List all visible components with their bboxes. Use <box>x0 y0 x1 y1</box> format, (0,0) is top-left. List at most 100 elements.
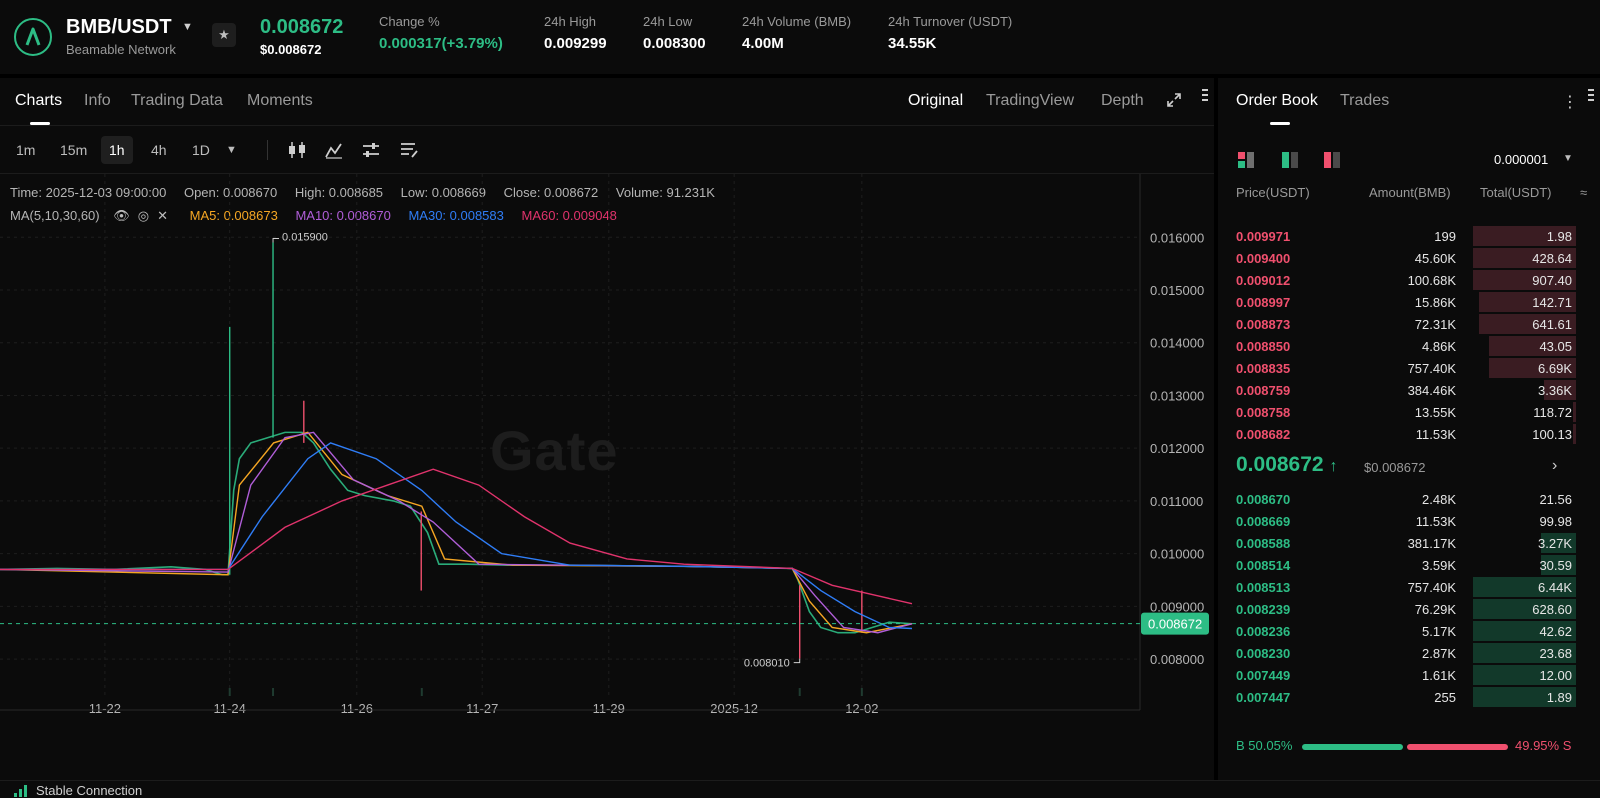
interval-15m[interactable]: 15m <box>52 136 95 164</box>
market-header: BMB/USDT ▼ Beamable Network ★ 0.008672 $… <box>0 0 1600 74</box>
ask-price: 0.008758 <box>1236 405 1291 420</box>
indicators-icon[interactable] <box>323 139 345 161</box>
mid-price: 0.008672 ↑ <box>1236 453 1338 476</box>
x-tick-label: 11-26 <box>341 701 373 716</box>
ask-price: 0.009400 <box>1236 251 1291 266</box>
x-tick-label: 2025-12 <box>710 701 758 716</box>
ask-total: 100.13 <box>1532 427 1572 442</box>
chevron-down-icon[interactable]: ▼ <box>182 21 193 33</box>
chart-grid <box>0 174 1140 696</box>
bid-row[interactable]: 0.008670 2.48K 21.56 <box>1218 488 1600 510</box>
bid-total: 30.59 <box>1539 558 1572 573</box>
price-wicks <box>0 242 913 659</box>
bid-amount: 2.87K <box>1422 646 1456 661</box>
ask-price: 0.008835 <box>1236 361 1291 376</box>
ask-row[interactable]: 0.008758 13.55K 118.72 <box>1218 401 1600 423</box>
ask-amount: 11.53K <box>1415 427 1456 442</box>
col-header-total: Total(USDT) <box>1480 185 1552 200</box>
bid-row[interactable]: 0.007447 255 1.89 <box>1218 686 1600 708</box>
interval-dropdown-icon[interactable]: ▼ <box>218 136 245 164</box>
ask-price: 0.008682 <box>1236 427 1291 442</box>
tab-trading-data[interactable]: Trading Data <box>131 92 223 110</box>
view-tradingview[interactable]: TradingView <box>986 92 1074 110</box>
price-chart[interactable]: 0.016000 0.015000 0.014000 0.013000 0.012000… <box>0 174 1214 780</box>
tab-charts[interactable]: Charts <box>15 92 62 110</box>
bid-total: 3.27K <box>1538 536 1572 551</box>
more-options-icon[interactable]: ⋮ <box>1562 92 1578 112</box>
chevron-right-icon[interactable]: › <box>1552 457 1557 475</box>
bid-total: 12.00 <box>1539 668 1572 683</box>
ask-row[interactable]: 0.008759 384.46K 3.36K <box>1218 379 1600 401</box>
ask-price: 0.008873 <box>1236 317 1291 332</box>
expand-icon[interactable] <box>1166 92 1182 112</box>
low-marker-label: 0.008010 <box>744 658 790 670</box>
bid-amount: 381.17K <box>1407 536 1456 551</box>
bid-row[interactable]: 0.008239 76.29K 628.60 <box>1218 598 1600 620</box>
asks-only-view-icon[interactable] <box>1322 150 1342 170</box>
sort-icon[interactable]: ≈ <box>1580 185 1587 200</box>
stat-label: 24h Turnover (USDT) <box>888 14 1013 29</box>
ask-row[interactable]: 0.009012 100.68K 907.40 <box>1218 269 1600 291</box>
mid-price-usd: $0.008672 <box>1364 460 1426 475</box>
tab-trades[interactable]: Trades <box>1340 92 1389 110</box>
ask-amount: 100.68K <box>1407 273 1456 288</box>
bid-row[interactable]: 0.008514 3.59K 30.59 <box>1218 554 1600 576</box>
depth-bar <box>1573 402 1576 422</box>
bid-total: 23.68 <box>1539 646 1572 661</box>
bid-amount: 255 <box>1434 690 1456 705</box>
view-depth[interactable]: Depth <box>1101 92 1144 110</box>
y-tick-label: 0.013000 <box>1150 388 1204 403</box>
tab-moments[interactable]: Moments <box>247 92 313 110</box>
bids-only-view-icon[interactable] <box>1280 150 1300 170</box>
bid-price: 0.008670 <box>1236 492 1291 507</box>
candlestick-type-icon[interactable] <box>286 139 308 161</box>
volume-bar <box>420 688 423 696</box>
chart-settings-icon[interactable] <box>360 139 382 161</box>
interval-4h[interactable]: 4h <box>143 136 175 164</box>
chevron-down-icon[interactable]: ▼ <box>1563 153 1573 164</box>
interval-1m[interactable]: 1m <box>8 136 43 164</box>
chart-tabs: Charts Info Trading Data Moments Origina… <box>0 78 1214 126</box>
both-sides-view-icon[interactable] <box>1236 150 1256 170</box>
precision-select[interactable]: 0.000001 <box>1494 152 1548 167</box>
order-book-panel: Order Book Trades ⋮ 0.000001 ▼ Price(USD… <box>1218 78 1600 780</box>
ask-row[interactable]: 0.008873 72.31K 641.61 <box>1218 313 1600 335</box>
ask-row[interactable]: 0.008997 15.86K 142.71 <box>1218 291 1600 313</box>
ask-row[interactable]: 0.009971 199 1.98 <box>1218 225 1600 247</box>
tab-order-book[interactable]: Order Book <box>1236 92 1318 110</box>
y-tick-label: 0.008000 <box>1150 652 1204 667</box>
high-marker-pointer <box>272 238 280 243</box>
bid-row[interactable]: 0.008669 11.53K 99.98 <box>1218 510 1600 532</box>
bid-row[interactable]: 0.008588 381.17K 3.27K <box>1218 532 1600 554</box>
panel-menu-icon[interactable] <box>1588 88 1594 104</box>
interval-1d[interactable]: 1D <box>184 136 218 164</box>
pair-name[interactable]: BMB/USDT <box>66 16 172 39</box>
ma-line-ma5 <box>0 431 913 634</box>
favorite-star-icon[interactable]: ★ <box>212 23 236 47</box>
chart-panel: Charts Info Trading Data Moments Origina… <box>0 78 1214 780</box>
x-tick-label: 11-27 <box>466 701 498 716</box>
bid-row[interactable]: 0.008236 5.17K 42.62 <box>1218 620 1600 642</box>
drawing-tools-icon[interactable] <box>398 139 420 161</box>
ask-row[interactable]: 0.008835 757.40K 6.69K <box>1218 357 1600 379</box>
ask-row[interactable]: 0.008850 4.86K 43.05 <box>1218 335 1600 357</box>
interval-1h[interactable]: 1h <box>101 136 133 164</box>
ask-price: 0.008759 <box>1236 383 1291 398</box>
x-tick-label: 12-02 <box>845 701 878 716</box>
depth-bar <box>1573 424 1576 444</box>
signal-icon <box>14 785 27 797</box>
tab-info[interactable]: Info <box>84 92 111 110</box>
bid-row[interactable]: 0.007449 1.61K 12.00 <box>1218 664 1600 686</box>
buy-ratio-bar <box>1302 744 1403 750</box>
bid-price: 0.008239 <box>1236 602 1291 617</box>
buy-ratio: B 50.05% <box>1236 738 1293 753</box>
stat-24h-turnover: 24h Turnover (USDT) 34.55K <box>888 14 1012 52</box>
bid-row[interactable]: 0.008230 2.87K 23.68 <box>1218 642 1600 664</box>
bid-price: 0.008513 <box>1236 580 1291 595</box>
ask-row[interactable]: 0.009400 45.60K 428.64 <box>1218 247 1600 269</box>
view-original[interactable]: Original <box>908 92 963 110</box>
ask-row[interactable]: 0.008682 11.53K 100.13 <box>1218 423 1600 445</box>
panel-menu-icon[interactable] <box>1202 88 1208 104</box>
bid-row[interactable]: 0.008513 757.40K 6.44K <box>1218 576 1600 598</box>
y-tick-label: 0.009000 <box>1150 599 1204 614</box>
